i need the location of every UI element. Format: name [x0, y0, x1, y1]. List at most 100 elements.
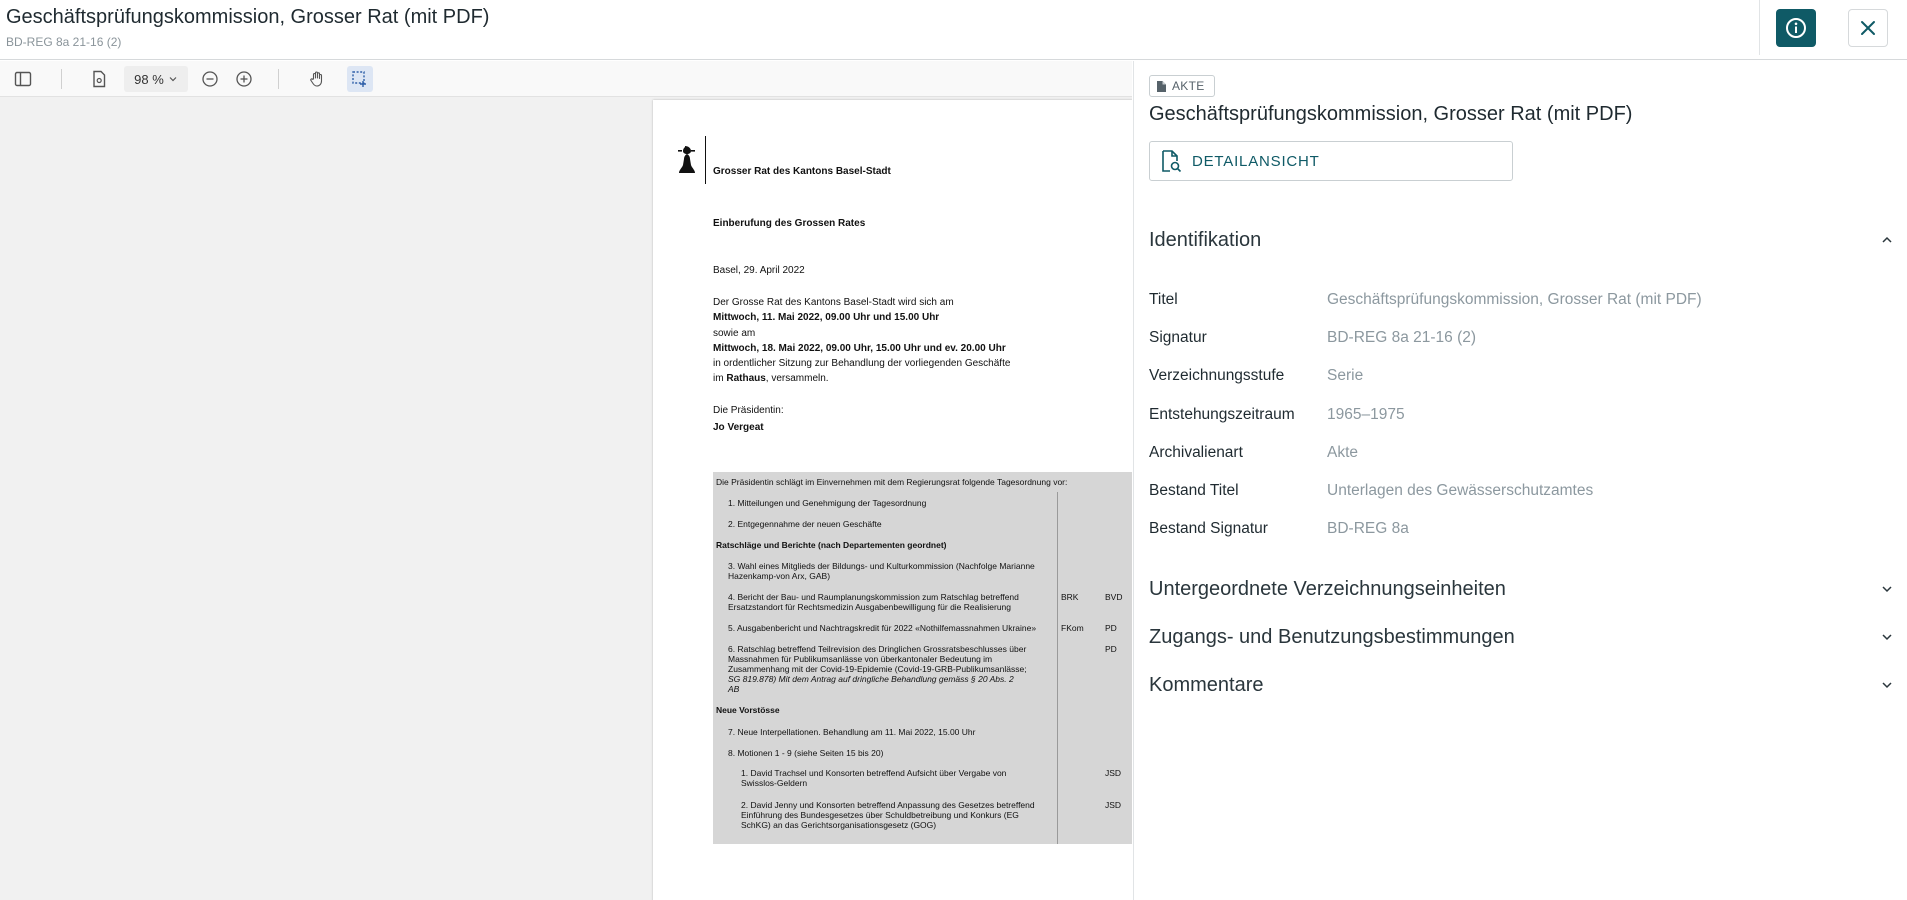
table-cell: BVD [1105, 592, 1123, 602]
sidebar-icon [14, 71, 32, 87]
table-cell: BRK [1061, 592, 1079, 602]
toolbar-divider [278, 69, 279, 89]
table-row: 5. Ausgabenbericht und Nachtragskredit f… [728, 623, 1037, 633]
table-row: 1. Mitteilungen und Genehmigung der Tage… [728, 498, 927, 508]
field-label: Titel [1149, 291, 1178, 308]
field-value: Geschäftsprüfungskommission, Grosser Rat… [1327, 291, 1702, 308]
chevron-down-icon [1882, 586, 1892, 593]
info-icon [1786, 18, 1806, 38]
file-icon [1157, 80, 1166, 92]
zoom-out-icon [202, 71, 218, 87]
basel-crest-logo [678, 146, 695, 173]
toolbar-divider [61, 69, 62, 89]
sidebar-toggle-button[interactable] [10, 66, 36, 92]
field-label: Entstehungszeitraum [1149, 406, 1295, 423]
section-comments-toggle[interactable]: Kommentare [1149, 670, 1894, 700]
detail-view-label: DETAILANSICHT [1192, 152, 1320, 170]
pdf-text-line: in ordentlicher Sitzung zur Behandlung d… [713, 358, 1011, 369]
info-button[interactable] [1776, 9, 1816, 47]
table-cell: JSD [1105, 800, 1122, 810]
table-row: SchKG) an das Gerichtsorganisationsgeset… [741, 820, 937, 830]
table-row: Ersatzstandort für Rechtsmedizin Ausgabe… [728, 602, 1012, 612]
pdf-text-line: Mittwoch, 18. Mai 2022, 09.00 Uhr, 15.00… [713, 343, 1006, 354]
field-label: Archivalienart [1149, 444, 1243, 461]
section-identification-title: Identifikation [1149, 228, 1262, 251]
pan-tool-button[interactable] [304, 66, 330, 92]
pdf-date: Basel, 29. April 2022 [713, 265, 805, 276]
section-access-toggle[interactable]: Zugangs- und Benutzungsbestimmungen [1149, 622, 1894, 652]
table-row: 7. Neue Interpellationen. Behandlung am … [728, 727, 976, 737]
detail-panel: AKTE Geschäftsprüfungskommission, Grosse… [1133, 61, 1907, 900]
chevron-down-icon [1882, 634, 1892, 641]
table-cell: JSD [1105, 768, 1122, 778]
pdf-text-line: Mittwoch, 11. Mai 2022, 09.00 Uhr und 15… [713, 312, 940, 323]
viewer-toolbar: 98 % [0, 61, 1132, 97]
field-label: Verzeichnungsstufe [1149, 367, 1285, 384]
table-divider [1057, 492, 1058, 844]
pdf-text-part: Rathaus [726, 373, 766, 384]
table-row: 4. Bericht der Bau- und Raumplanungskomm… [728, 592, 1019, 602]
table-row: 2. Entgegennahme der neuen Geschäfte [728, 519, 882, 529]
field-value: Akte [1327, 444, 1359, 461]
section-access-title: Zugangs- und Benutzungsbestimmungen [1149, 625, 1515, 648]
header-divider [1759, 0, 1760, 55]
pdf-heading: Einberufung des Grossen Rates [713, 218, 866, 229]
chevron-up-icon [1882, 236, 1892, 243]
section-children-toggle[interactable]: Untergeordnete Verzeichnungseinheiten [1149, 574, 1894, 604]
marquee-select-icon [352, 71, 366, 87]
pdf-page: Grosser Rat des Kantons Basel-Stadt Einb… [653, 100, 1132, 900]
panel-title: Geschäftsprüfungskommission, Grosser Rat… [1149, 103, 1633, 125]
pdf-text-line: Der Grosse Rat des Kantons Basel-Stadt w… [713, 297, 954, 308]
field-value: 1965–1975 [1327, 406, 1405, 423]
table-cell: PD [1105, 623, 1117, 633]
app-root: Geschäftsprüfungskommission, Grosser Rat… [0, 0, 1907, 900]
section-identification-toggle[interactable]: Identifikation [1149, 225, 1894, 255]
field-value: Unterlagen des Gewässerschutzamtes [1327, 482, 1594, 499]
table-row: 6. Ratschlag betreffend Teilrevision des… [728, 644, 1027, 654]
pdf-agenda-table: Die Präsidentin schlägt im Einvernehmen … [713, 472, 1132, 844]
selection-tool-button[interactable] [347, 66, 373, 92]
zoom-out-button[interactable] [197, 66, 223, 92]
table-row: 3. Wahl eines Mitglieds der Bildungs- un… [728, 561, 1035, 571]
zoom-select[interactable]: 98 % [124, 66, 188, 92]
field-label: Bestand Signatur [1149, 520, 1268, 537]
table-row: Zusammenhang mit der Covid-19-Epidemie (… [728, 664, 1027, 674]
page-title: Geschäftsprüfungskommission, Grosser Rat… [6, 6, 490, 28]
zoom-in-icon [236, 71, 252, 87]
table-cell: FKom [1061, 623, 1084, 633]
table-row: SG 819.878) Mit dem Antrag auf dringlich… [728, 674, 1014, 684]
section-comments-title: Kommentare [1149, 673, 1264, 696]
close-icon [1861, 21, 1875, 35]
zoom-in-button[interactable] [231, 66, 257, 92]
table-row: 8. Motionen 1 - 9 (siehe Seiten 15 bis 2… [728, 748, 884, 758]
pdf-text-part: , versammeln. [765, 373, 829, 384]
table-row: Massnahmen für Publikumsanlässe von über… [728, 654, 993, 664]
chevron-down-icon [1882, 682, 1892, 689]
detail-view-button[interactable]: DETAILANSICHT [1149, 141, 1513, 181]
zoom-value: 98 % [134, 71, 164, 87]
pdf-org: Grosser Rat des Kantons Basel-Stadt [713, 166, 891, 177]
table-row: 2. David Jenny und Konsorten betreffend … [741, 800, 1035, 810]
pdf-signature-name: Jo Vergeat [713, 422, 764, 433]
field-label: Bestand Titel [1149, 482, 1239, 499]
page-fit-button[interactable] [86, 66, 112, 92]
field-label: Signatur [1149, 329, 1207, 346]
type-badge: AKTE [1149, 75, 1215, 97]
table-row: AB [728, 684, 740, 694]
table-row: Swisslos-Geldern [741, 778, 808, 788]
type-badge-label: AKTE [1172, 79, 1205, 93]
section-children-title: Untergeordnete Verzeichnungseinheiten [1149, 577, 1506, 600]
close-button[interactable] [1848, 9, 1888, 47]
table-section: Ratschläge und Berichte (nach Departemen… [716, 540, 947, 550]
page-subtitle: BD-REG 8a 21-16 (2) [6, 35, 122, 49]
pdf-viewer-canvas[interactable]: Grosser Rat des Kantons Basel-Stadt Einb… [0, 97, 1132, 900]
table-intro: Die Präsidentin schlägt im Einvernehmen … [716, 477, 1068, 487]
table-row: Einführung des Bundesgesetzes über Schul… [741, 810, 1019, 820]
hand-icon [310, 71, 323, 87]
pdf-text-line: sowie am [713, 328, 756, 339]
pdf-text-part: im [713, 373, 727, 384]
document-search-icon [1162, 150, 1182, 173]
field-value: BD-REG 8a 21-16 (2) [1327, 329, 1477, 346]
field-value: BD-REG 8a [1327, 520, 1409, 537]
table-row: Hazenkamp-von Arx, GAB) [728, 571, 831, 581]
